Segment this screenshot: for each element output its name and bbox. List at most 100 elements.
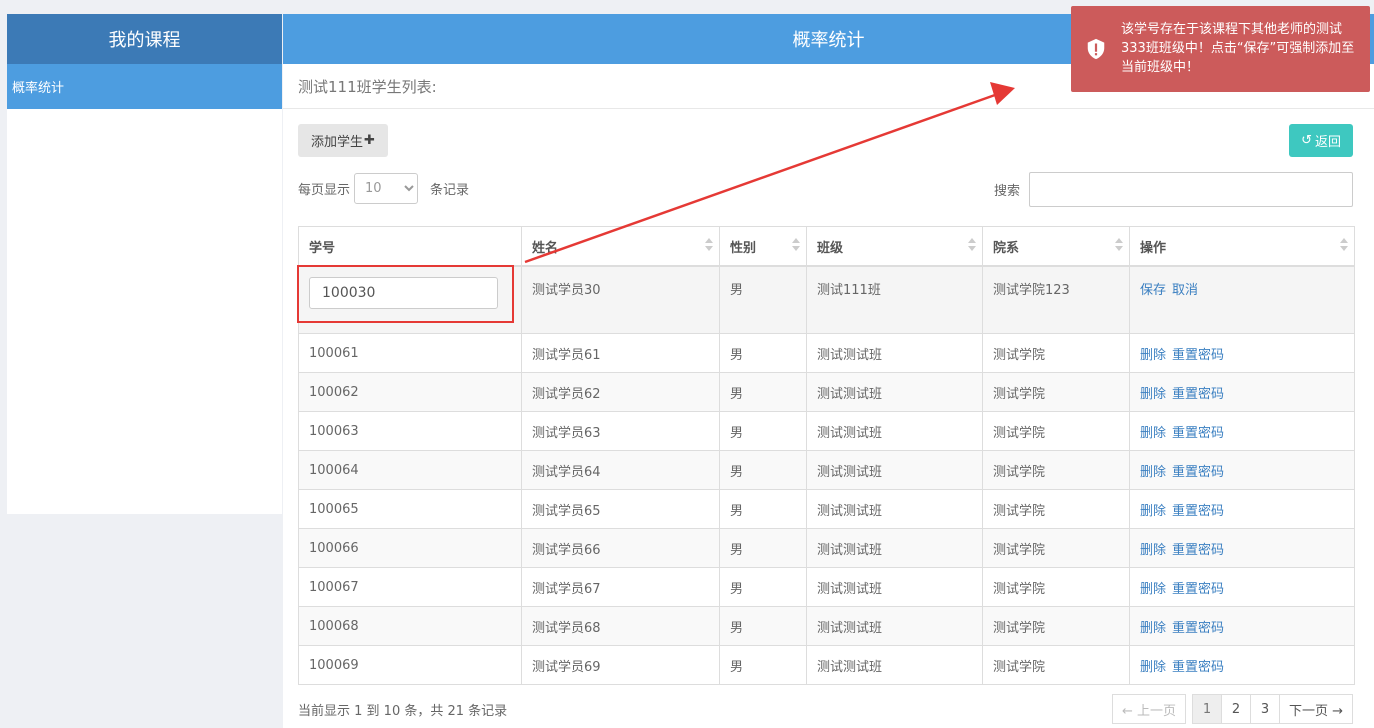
warning-toast: 该学号存在于该课程下其他老师的测试333班班级中！点击“保存”可强制添加至当前班…	[1071, 6, 1370, 92]
reset-password-link[interactable]: 重置密码	[1172, 504, 1224, 519]
cell-dept: 测试学院	[982, 372, 1130, 412]
cell-class: 测试测试班	[806, 606, 983, 646]
cell-id: 100069	[298, 645, 522, 685]
cell-id: 100064	[298, 450, 522, 490]
cell-dept: 测试学院	[982, 606, 1130, 646]
cell-class: 测试111班	[806, 265, 983, 334]
reset-password-link[interactable]: 重置密码	[1172, 387, 1224, 402]
cell-class: 测试测试班	[806, 567, 983, 607]
cell-dept: 测试学院	[982, 411, 1130, 451]
cell-actions: 删除 重置密码	[1129, 333, 1355, 373]
next-page-button[interactable]: 下一页 →	[1278, 694, 1353, 724]
cell-id	[298, 265, 522, 334]
cell-gender: 男	[719, 411, 807, 451]
table-row: 100064 测试学员64 男测试测试班 测试学院 删除 重置密码	[298, 450, 1355, 490]
pagination: ← 上一页 1 2 3 下一页 →	[1111, 694, 1353, 724]
sort-icon	[1340, 238, 1348, 254]
delete-link[interactable]: 删除	[1140, 465, 1166, 480]
cell-actions: 删除 重置密码	[1129, 645, 1355, 685]
sidebar-item-probability-statistics[interactable]: 概率统计	[7, 64, 282, 109]
cell-id: 100068	[298, 606, 522, 646]
plus-icon: ✚	[364, 133, 375, 148]
cell-gender: 男	[719, 489, 807, 529]
cell-class: 测试测试班	[806, 645, 983, 685]
reset-password-link[interactable]: 重置密码	[1172, 621, 1224, 636]
cell-gender: 男	[719, 450, 807, 490]
column-label: 操作	[1140, 240, 1167, 256]
cell-actions: 删除 重置密码	[1129, 606, 1355, 646]
sidebar-item-label: 概率统计	[12, 81, 65, 96]
reset-password-link[interactable]: 重置密码	[1172, 582, 1224, 597]
back-button[interactable]: ↺ 返回	[1289, 124, 1353, 157]
table-row: 100063 测试学员63 男测试测试班 测试学院 删除 重置密码	[298, 411, 1355, 451]
page-3-button[interactable]: 3	[1249, 694, 1280, 724]
delete-link[interactable]: 删除	[1140, 504, 1166, 519]
column-label: 姓名	[532, 240, 559, 256]
cell-actions: 删除 重置密码	[1129, 372, 1355, 412]
cell-gender: 男	[719, 333, 807, 373]
cell-name: 测试学员64	[521, 450, 720, 490]
reset-password-link[interactable]: 重置密码	[1172, 465, 1224, 480]
page-2-button[interactable]: 2	[1220, 694, 1251, 724]
column-label: 性别	[730, 240, 757, 256]
search-input[interactable]	[1029, 172, 1353, 207]
table-row: 100067 测试学员67 男测试测试班 测试学院 删除 重置密码	[298, 567, 1355, 607]
cell-dept: 测试学院	[982, 450, 1130, 490]
reset-password-link[interactable]: 重置密码	[1172, 348, 1224, 363]
sort-icon	[968, 238, 976, 254]
cell-id: 100066	[298, 528, 522, 568]
column-header-dept[interactable]: 院系	[982, 226, 1130, 267]
table-row: 100061 测试学员61 男测试测试班 测试学院 删除 重置密码	[298, 333, 1355, 373]
page-length-suffix: 条记录	[430, 183, 470, 198]
table-row: 100065 测试学员65 男测试测试班 测试学院 删除 重置密码	[298, 489, 1355, 529]
cell-class: 测试测试班	[806, 528, 983, 568]
cell-dept: 测试学院	[982, 567, 1130, 607]
add-student-label: 添加学生	[311, 135, 364, 150]
cell-name: 测试学员30	[521, 265, 720, 334]
sidebar-title: 我的课程	[7, 14, 282, 64]
cell-gender: 男	[719, 606, 807, 646]
prev-page-button[interactable]: ← 上一页	[1111, 694, 1186, 724]
cell-dept: 测试学院	[982, 528, 1130, 568]
sort-icon	[1115, 238, 1123, 254]
save-link[interactable]: 保存	[1140, 283, 1166, 298]
column-header-name[interactable]: 姓名	[521, 226, 720, 267]
table-row: 100069 测试学员69 男测试测试班 测试学院 删除 重置密码	[298, 645, 1355, 685]
column-header-class[interactable]: 班级	[806, 226, 983, 267]
delete-link[interactable]: 删除	[1140, 621, 1166, 636]
cell-name: 测试学员61	[521, 333, 720, 373]
cancel-link[interactable]: 取消	[1172, 283, 1198, 298]
cell-name: 测试学员68	[521, 606, 720, 646]
cell-class: 测试测试班	[806, 450, 983, 490]
student-table: 学号 姓名 性别 班级 院系 操作 测试学员30 男 测试111班 测试学院12…	[298, 226, 1355, 685]
cell-dept: 测试学院	[982, 645, 1130, 685]
page-length-select[interactable]: 10	[354, 173, 419, 204]
reset-password-link[interactable]: 重置密码	[1172, 660, 1224, 675]
delete-link[interactable]: 删除	[1140, 348, 1166, 363]
student-id-input[interactable]	[309, 277, 498, 309]
delete-link[interactable]: 删除	[1140, 543, 1166, 558]
reset-password-link[interactable]: 重置密码	[1172, 426, 1224, 441]
cell-name: 测试学员65	[521, 489, 720, 529]
delete-link[interactable]: 删除	[1140, 426, 1166, 441]
column-header-gender[interactable]: 性别	[719, 226, 807, 267]
cell-class: 测试测试班	[806, 489, 983, 529]
table-row: 100066 测试学员66 男测试测试班 测试学院 删除 重置密码	[298, 528, 1355, 568]
toast-message: 该学号存在于该课程下其他老师的测试333班班级中！点击“保存”可强制添加至当前班…	[1121, 22, 1355, 75]
column-header-actions[interactable]: 操作	[1129, 226, 1355, 267]
cell-actions: 删除 重置密码	[1129, 450, 1355, 490]
table-header-row: 学号 姓名 性别 班级 院系 操作	[298, 226, 1355, 267]
shield-exclamation-icon	[1087, 38, 1105, 60]
column-header-id[interactable]: 学号	[298, 226, 522, 267]
reset-password-link[interactable]: 重置密码	[1172, 543, 1224, 558]
cell-class: 测试测试班	[806, 411, 983, 451]
delete-link[interactable]: 删除	[1140, 582, 1166, 597]
delete-link[interactable]: 删除	[1140, 387, 1166, 402]
table-info: 当前显示 1 到 10 条，共 21 条记录	[298, 704, 508, 719]
delete-link[interactable]: 删除	[1140, 660, 1166, 675]
cell-id: 100063	[298, 411, 522, 451]
sidebar: 我的课程 概率统计	[7, 14, 282, 514]
page-1-button[interactable]: 1	[1191, 694, 1222, 724]
column-label: 院系	[993, 240, 1020, 256]
add-student-button[interactable]: 添加学生 ✚	[298, 124, 388, 157]
